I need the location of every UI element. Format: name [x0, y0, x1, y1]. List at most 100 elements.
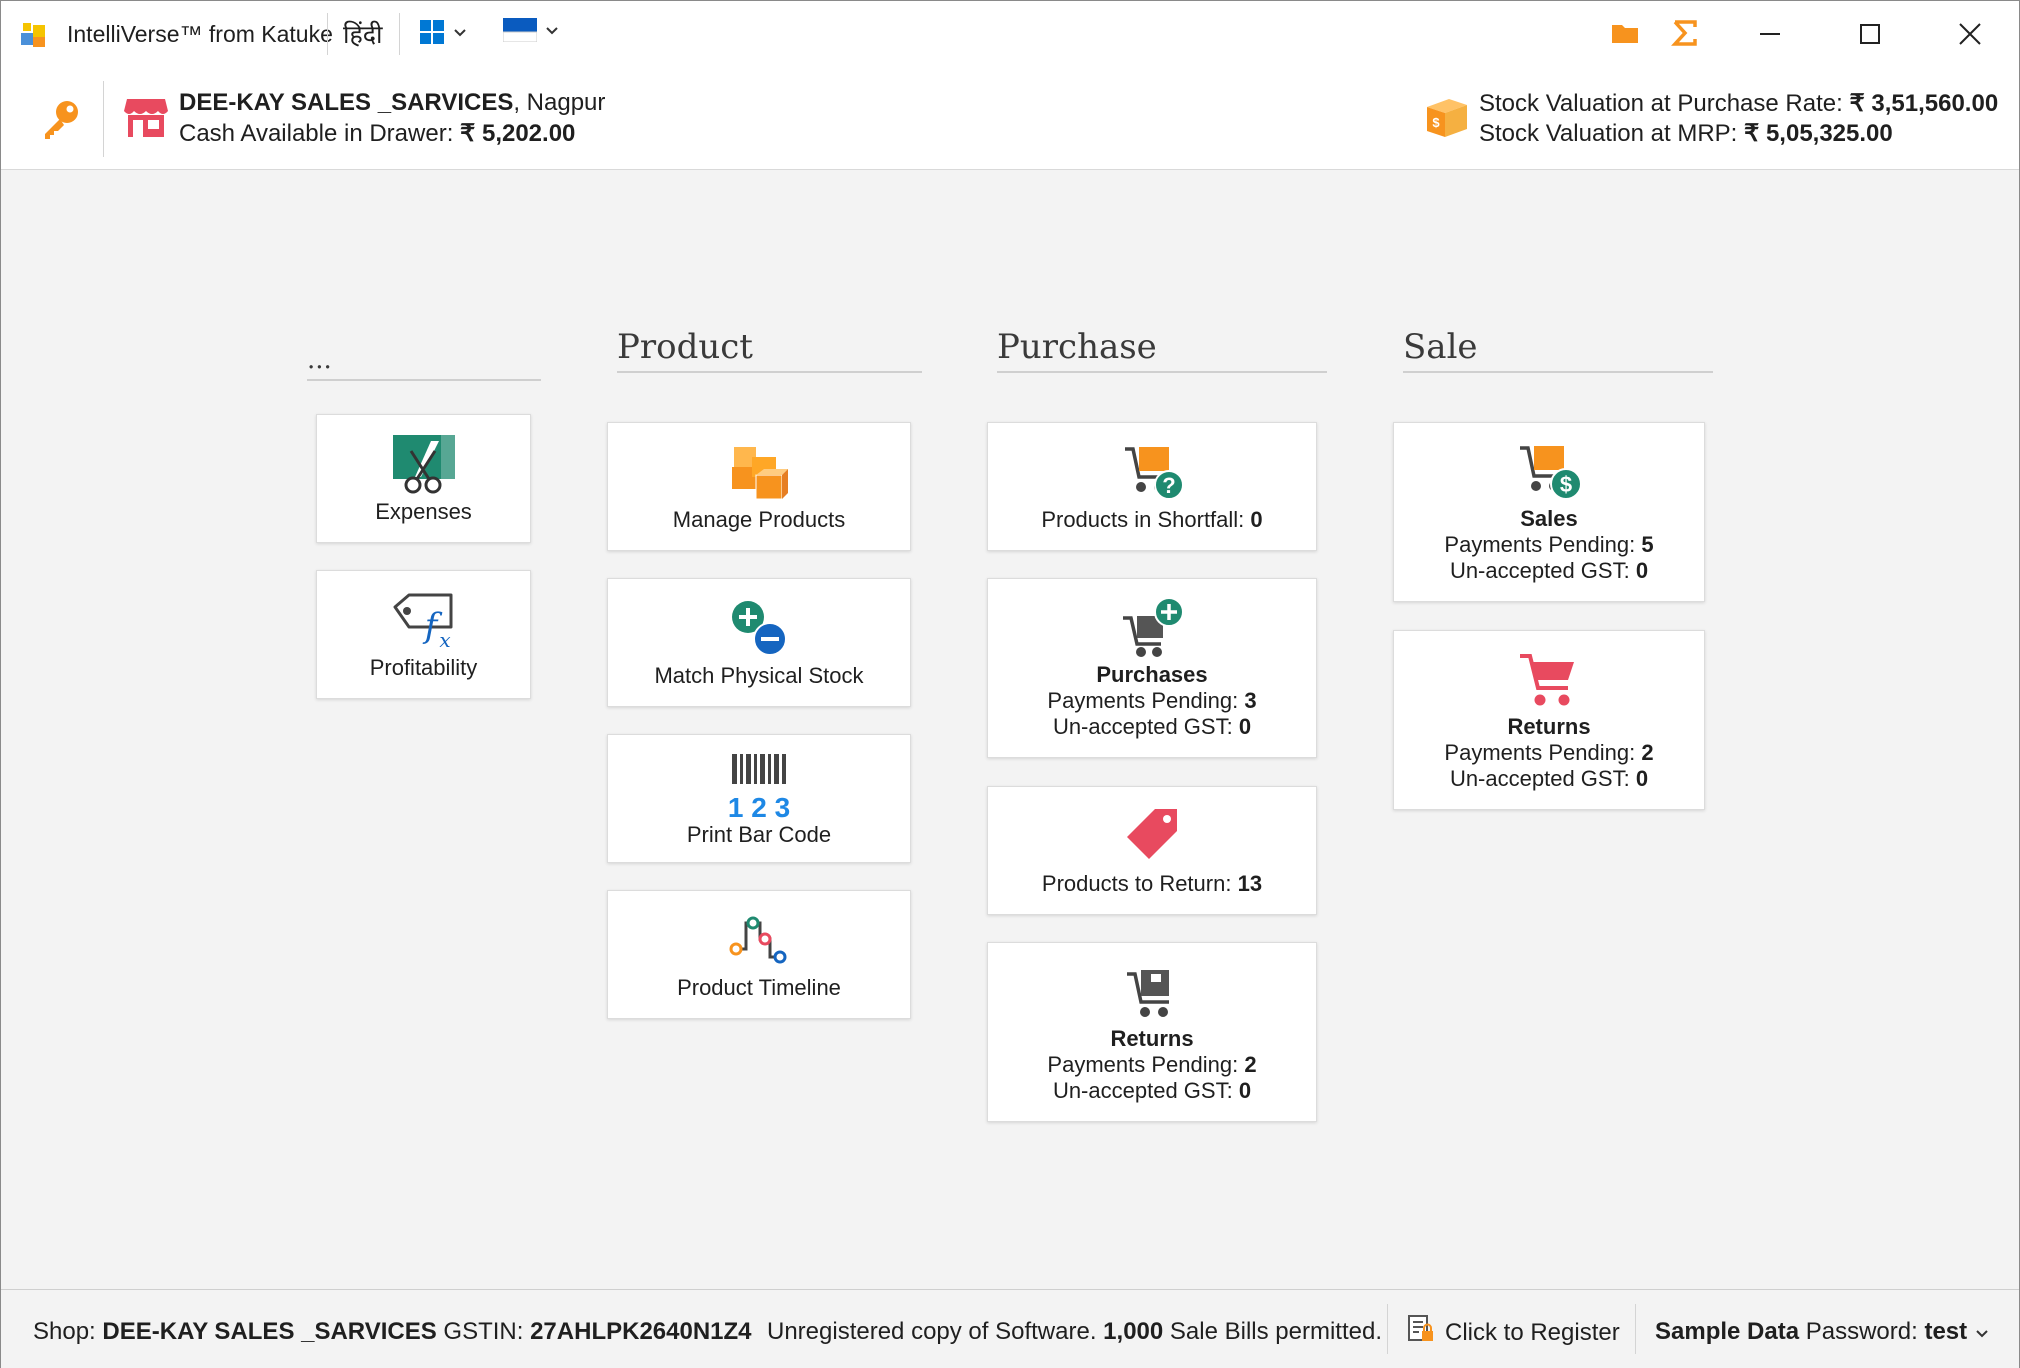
theme-menu-button[interactable]	[502, 17, 565, 47]
to-return-value: 13	[1237, 870, 1263, 896]
purchase-returns-gst-line: Un-accepted GST: 0	[1053, 1078, 1251, 1104]
cash-label: Cash Available in Drawer:	[179, 120, 461, 147]
sale-returns-tile[interactable]: Returns Payments Pending: 2 Un-accepted …	[1393, 630, 1705, 810]
manage-products-label: Manage Products	[672, 506, 846, 532]
section-title-purchase: Purchase	[997, 327, 1327, 373]
sales-gst-value: 0	[1635, 558, 1649, 583]
sales-tile[interactable]: $ Sales Payments Pending: 5 Un-accepted …	[1393, 422, 1705, 602]
password-value: test	[1924, 1318, 1968, 1345]
expenses-label: Expenses	[375, 498, 472, 524]
purchases-gst-line: Un-accepted GST: 0	[1053, 714, 1251, 740]
svg-text:$: $	[1560, 472, 1572, 497]
sale-returns-pending-label: Payments Pending:	[1444, 740, 1642, 765]
purchase-returns-tile[interactable]: Returns Payments Pending: 2 Un-accepted …	[987, 942, 1317, 1122]
purchase-returns-pending-line: Payments Pending: 2	[1047, 1052, 1256, 1078]
expenses-tile[interactable]: Expenses	[316, 414, 531, 543]
key-icon[interactable]	[39, 97, 83, 141]
status-divider	[1635, 1304, 1636, 1354]
match-physical-stock-tile[interactable]: Match Physical Stock	[607, 578, 911, 707]
match-physical-stock-label: Match Physical Stock	[654, 662, 864, 688]
boxes-icon	[726, 441, 792, 503]
sample-data-text: Sample Data Password: test	[1655, 1318, 1967, 1346]
status-shop-name: DEE-KAY SALES _SARVICES	[102, 1318, 437, 1345]
title-bar: IntelliVerse™ from Katuke हिंदी	[1, 1, 2019, 67]
tag-icon	[1119, 805, 1185, 867]
sale-returns-title: Returns	[1507, 714, 1591, 739]
stock-box-icon: $	[1423, 93, 1471, 141]
register-icon	[1407, 1314, 1435, 1351]
chevron-down-icon	[1975, 1318, 1989, 1346]
purchases-gst-label: Un-accepted GST:	[1052, 714, 1239, 739]
language-toggle[interactable]: हिंदी	[343, 17, 383, 51]
flag-icon	[502, 17, 538, 47]
cash-value: ₹ 5,202.00	[460, 120, 576, 147]
purchases-pending-value: 3	[1244, 688, 1257, 713]
shop-name: DEE-KAY SALES _SARVICES	[179, 89, 514, 116]
cart-add-icon	[1119, 596, 1185, 658]
timeline-icon	[726, 909, 792, 971]
section-title-misc: ...	[307, 335, 541, 381]
product-timeline-tile[interactable]: Product Timeline	[607, 890, 911, 1019]
barcode-digits: 1 2 3	[727, 791, 791, 823]
info-bar: DEE-KAY SALES _SARVICES, Nagpur Cash Ava…	[1, 67, 2019, 170]
layout-menu-button[interactable]	[419, 19, 477, 49]
close-icon[interactable]	[1941, 11, 1999, 57]
purchases-title: Purchases	[1096, 662, 1208, 687]
svg-text:$: $	[1432, 115, 1440, 130]
shop-icon	[123, 95, 169, 139]
purchases-tile[interactable]: Purchases Payments Pending: 3 Un-accepte…	[987, 578, 1317, 758]
profitability-icon: f x	[391, 589, 457, 651]
sample-data-menu[interactable]: Sample Data Password: test	[1655, 1318, 1989, 1346]
shopping-cart-icon	[1516, 648, 1582, 710]
app-window: IntelliVerse™ from Katuke हिंदी DEE-KAY …	[0, 0, 2020, 1368]
register-label: Click to Register	[1445, 1318, 1620, 1346]
title-divider	[399, 13, 400, 55]
chevron-down-icon	[453, 25, 467, 43]
cart-dollar-icon: $	[1516, 440, 1582, 502]
svg-text:?: ?	[1162, 473, 1175, 498]
shop-city: , Nagpur	[513, 89, 606, 116]
purchase-returns-gst-value: 0	[1238, 1078, 1252, 1103]
svg-text:x: x	[439, 628, 450, 651]
status-unregistered-info: Unregistered copy of Software. 1,000 Sal…	[767, 1318, 1382, 1346]
stock-purchase-value: ₹ 3,51,560.00	[1849, 90, 1999, 117]
app-icon	[19, 19, 51, 51]
shortfall-value: 0	[1250, 506, 1263, 532]
sale-returns-gst-label: Un-accepted GST:	[1449, 766, 1636, 791]
sigma-icon[interactable]	[1669, 17, 1701, 49]
section-title-product: Product	[617, 327, 922, 373]
manage-products-tile[interactable]: Manage Products	[607, 422, 911, 551]
stock-mrp-line: Stock Valuation at MRP: ₹ 5,05,325.00	[1479, 119, 1893, 148]
cart-return-icon	[1119, 960, 1185, 1022]
sales-title: Sales	[1520, 506, 1578, 531]
sale-returns-pending-line: Payments Pending: 2	[1444, 740, 1653, 766]
profitability-tile[interactable]: f x Profitability	[316, 570, 531, 699]
cash-line: Cash Available in Drawer: ₹ 5,202.00	[179, 119, 575, 148]
chevron-down-icon	[545, 23, 559, 41]
minimize-icon[interactable]	[1741, 11, 1799, 57]
status-divider	[1387, 1304, 1388, 1354]
folder-icon[interactable]	[1609, 17, 1641, 49]
sales-pending-value: 5	[1641, 532, 1654, 557]
stock-purchase-line: Stock Valuation at Purchase Rate: ₹ 3,51…	[1479, 89, 1998, 118]
products-to-return-tile[interactable]: Products to Return: 13	[987, 786, 1317, 915]
shop-name-line: DEE-KAY SALES _SARVICES, Nagpur	[179, 89, 605, 117]
info-divider	[103, 81, 104, 157]
app-title: IntelliVerse™ from Katuke	[67, 21, 333, 47]
sample-data-label: Sample Data	[1655, 1318, 1800, 1345]
status-bills-count: 1,000	[1103, 1318, 1164, 1345]
plus-minus-icon	[726, 597, 792, 659]
print-bar-code-tile[interactable]: 1 2 3 Print Bar Code	[607, 734, 911, 863]
status-unreg-text: Unregistered copy of Software.	[767, 1318, 1104, 1345]
title-divider	[327, 13, 328, 55]
sale-returns-gst-value: 0	[1635, 766, 1649, 791]
stock-purchase-label: Stock Valuation at Purchase Rate:	[1479, 90, 1850, 117]
products-in-shortfall-tile[interactable]: ? Products in Shortfall: 0	[987, 422, 1317, 551]
cart-question-icon: ?	[1119, 441, 1185, 503]
register-button[interactable]: Click to Register	[1407, 1314, 1620, 1351]
sale-returns-pending-value: 2	[1641, 740, 1654, 765]
to-return-line: Products to Return: 13	[1042, 871, 1262, 897]
maximize-icon[interactable]	[1841, 11, 1899, 57]
to-return-label: Products to Return:	[1041, 870, 1238, 896]
expenses-icon	[391, 433, 457, 495]
